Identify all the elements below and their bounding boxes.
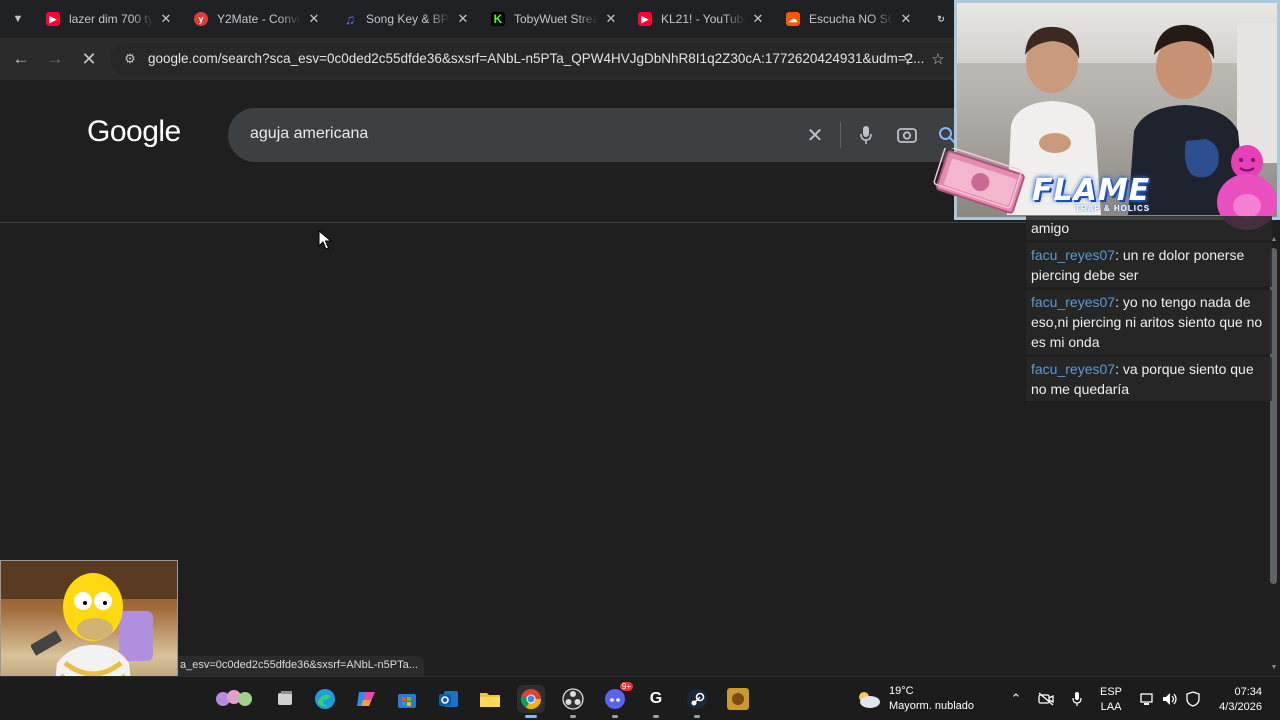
- money-sticker: [933, 148, 1025, 214]
- tab-2[interactable]: y Y2Mate - Conve ✕: [194, 4, 322, 34]
- tab-title: TobyWuet Strea: [514, 12, 598, 26]
- clock-time: 07:34: [1234, 686, 1262, 698]
- file-explorer-icon[interactable]: [476, 685, 504, 713]
- tab-title: Escucha NO SC: [809, 12, 893, 26]
- chat-username[interactable]: facu_reyes07: [1031, 294, 1115, 310]
- discord-icon[interactable]: 9+: [601, 682, 633, 718]
- network-icon[interactable]: [1138, 689, 1158, 709]
- tab-title: lazer dim 700 ty: [69, 12, 153, 26]
- music-note-icon: ♫: [344, 11, 356, 27]
- close-icon[interactable]: ✕: [158, 11, 174, 27]
- tab-7[interactable]: ↻: [934, 4, 956, 34]
- stop-loading-button[interactable]: ✕: [78, 48, 100, 70]
- clear-icon[interactable]: ✕: [802, 122, 828, 148]
- microphone-icon[interactable]: [853, 122, 879, 148]
- bookmark-star-icon[interactable]: ☆: [930, 51, 946, 68]
- close-icon[interactable]: ✕: [603, 11, 619, 27]
- logitech-g-icon[interactable]: G: [642, 685, 670, 718]
- tab-1[interactable]: ▶ lazer dim 700 ty ✕: [46, 4, 174, 34]
- forward-button[interactable]: →: [44, 48, 66, 70]
- lang-code: ESP: [1100, 686, 1123, 698]
- browser-toolbar: ← → ✕ ⚙ google.com/search?sca_esv=0c0ded…: [0, 38, 960, 80]
- webcam-off-icon[interactable]: [1036, 689, 1056, 709]
- running-indicator: [570, 715, 576, 718]
- tab-3[interactable]: ♫ Song Key & BPM ✕: [343, 4, 471, 34]
- active-indicator: [525, 715, 537, 718]
- close-icon[interactable]: ✕: [898, 11, 914, 27]
- loading-icon: ↻: [937, 13, 945, 24]
- chevron-up-icon[interactable]: ⌃: [1006, 689, 1026, 709]
- running-indicator: [653, 715, 659, 718]
- tab-title: KL21! - YouTube: [661, 12, 745, 26]
- tab-4[interactable]: K TobyWuet Strea ✕: [491, 4, 619, 34]
- search-box[interactable]: aguja americana ✕: [228, 108, 988, 162]
- weather-desc: Mayorm. nublado: [889, 700, 974, 712]
- outlook-icon[interactable]: [435, 685, 463, 713]
- chat-username[interactable]: facu_reyes07: [1031, 247, 1115, 263]
- y2mate-icon: y: [194, 12, 208, 26]
- volume-icon[interactable]: [1160, 689, 1180, 709]
- scroll-down-arrow-icon[interactable]: ▼: [1269, 662, 1279, 672]
- tab-strip: ▼ ▶ lazer dim 700 ty ✕ y Y2Mate - Conve …: [0, 0, 960, 38]
- clock-date: 4/3/2026: [1219, 701, 1262, 713]
- link-status-bar: a_esv=0c0ded2c55dfde36&sxsrf=ANbL-n5PTa.…: [174, 656, 424, 676]
- google-logo[interactable]: Google: [87, 115, 181, 149]
- weather-temp: 19°C: [889, 685, 914, 697]
- input-language[interactable]: ESP LAA: [1100, 685, 1122, 715]
- screen: ▼ ▶ lazer dim 700 ty ✕ y Y2Mate - Conve …: [0, 0, 1280, 720]
- mouse-cursor-icon: [318, 230, 332, 250]
- chrome-icon[interactable]: [517, 685, 545, 718]
- steam-icon[interactable]: [683, 685, 711, 718]
- windows-taskbar: 9+ G 19°C Mayorm. nublado ⌃ ESP LAA 07:3…: [0, 676, 1280, 720]
- cloud-sun-icon: [859, 692, 880, 708]
- chat-message: facu_reyes07: un re dolor ponerse pierci…: [1026, 243, 1272, 287]
- security-shield-icon[interactable]: [1183, 689, 1203, 709]
- system-clock[interactable]: 07:34 4/3/2026: [1206, 685, 1262, 715]
- kick-icon: K: [491, 12, 505, 26]
- microphone-tray-icon[interactable]: [1067, 689, 1087, 709]
- copilot-icon[interactable]: [352, 685, 380, 713]
- close-icon[interactable]: ✕: [306, 11, 322, 27]
- site-settings-icon[interactable]: ⚙: [122, 51, 138, 67]
- close-icon[interactable]: ✕: [750, 11, 766, 27]
- tab-title: Song Key & BPM: [366, 12, 450, 26]
- address-bar[interactable]: ⚙ google.com/search?sca_esv=0c0ded2c55df…: [110, 43, 960, 76]
- results-divider: [0, 222, 1030, 223]
- game-app-icon[interactable]: [724, 685, 752, 713]
- youtube-icon: ▶: [46, 12, 60, 26]
- url-text: google.com/search?sca_esv=0c0ded2c55dfde…: [148, 51, 925, 66]
- soundcloud-icon: ☁: [786, 12, 800, 26]
- tab-5[interactable]: ▶ KL21! - YouTube ✕: [638, 4, 766, 34]
- search-input[interactable]: aguja americana: [250, 125, 368, 143]
- microsoft-store-icon[interactable]: [393, 685, 421, 713]
- chat-message: facu_reyes07: yo no tengo nada de eso,ni…: [1026, 290, 1272, 354]
- close-icon[interactable]: ✕: [455, 11, 471, 27]
- zoom-icon[interactable]: ⚲: [900, 51, 916, 67]
- back-button[interactable]: ←: [10, 48, 32, 70]
- obs-icon[interactable]: [559, 685, 587, 718]
- tab-search-button[interactable]: ▼: [6, 7, 30, 31]
- camera-lens-icon[interactable]: [894, 122, 920, 148]
- chat-text: amigo: [1031, 220, 1070, 236]
- youtube-icon: ▶: [638, 12, 652, 26]
- running-indicator: [612, 715, 618, 718]
- tab-6[interactable]: ☁ Escucha NO SC ✕: [786, 4, 914, 34]
- widgets-flowers-icon[interactable]: [212, 685, 256, 713]
- lang-layout: LAA: [1100, 701, 1122, 713]
- weather-text: 19°C Mayorm. nublado: [889, 684, 974, 714]
- flame-subtitle: TRAP & HOLICS: [1075, 204, 1151, 213]
- tab-title: Y2Mate - Conve: [217, 12, 301, 26]
- search-divider: [840, 122, 841, 148]
- chat-message: amigo: [1026, 216, 1272, 240]
- chat-username[interactable]: facu_reyes07: [1031, 361, 1115, 377]
- running-indicator: [694, 715, 700, 718]
- stream-chat: amigo facu_reyes07: un re dolor ponerse …: [1026, 216, 1272, 404]
- edge-icon[interactable]: [311, 685, 339, 713]
- task-view-icon[interactable]: [271, 685, 299, 713]
- notification-badge: 9+: [619, 682, 633, 691]
- weather-widget[interactable]: 19°C Mayorm. nublado: [855, 685, 974, 713]
- chat-message: facu_reyes07: va porque siento que no me…: [1026, 357, 1272, 401]
